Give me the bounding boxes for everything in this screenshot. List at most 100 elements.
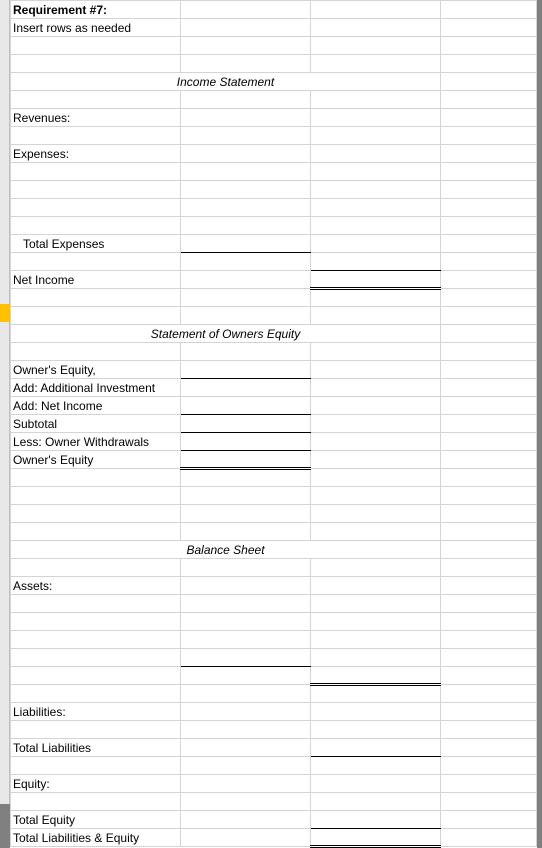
row-oe-closing: Owner's Equity xyxy=(11,451,537,469)
cell[interactable] xyxy=(441,829,537,847)
spreadsheet-viewport: Requirement #7: Insert rows as needed In… xyxy=(0,0,542,804)
cell[interactable] xyxy=(181,361,311,379)
cell[interactable] xyxy=(441,775,537,793)
cell[interactable] xyxy=(441,379,537,397)
cell[interactable] xyxy=(311,379,441,397)
cell[interactable] xyxy=(181,109,311,127)
cell[interactable] xyxy=(441,145,537,163)
row-equity: Equity: xyxy=(11,775,537,793)
cell[interactable] xyxy=(181,829,311,847)
cell[interactable] xyxy=(181,739,311,757)
cell-req-label[interactable]: Requirement #7: xyxy=(11,1,181,19)
cell-total-equity-label[interactable]: Total Equity xyxy=(11,811,181,829)
cell[interactable] xyxy=(311,109,441,127)
cell[interactable] xyxy=(311,811,441,829)
cell[interactable] xyxy=(181,649,311,667)
cell[interactable] xyxy=(441,541,537,559)
cell[interactable] xyxy=(11,667,181,685)
cell-equity-label[interactable]: Equity: xyxy=(11,775,181,793)
cell[interactable] xyxy=(441,739,537,757)
cell[interactable] xyxy=(311,649,441,667)
cell[interactable] xyxy=(181,145,311,163)
cell-oe-add-inv[interactable]: Add: Additional Investment xyxy=(11,379,181,397)
cell[interactable] xyxy=(441,703,537,721)
cell[interactable] xyxy=(181,667,311,685)
row-income-title: Income Statement xyxy=(11,73,537,91)
cell[interactable] xyxy=(311,397,441,415)
cell[interactable] xyxy=(181,397,311,415)
cell[interactable] xyxy=(441,649,537,667)
cell-oe-closing[interactable]: Owner's Equity xyxy=(11,451,181,469)
cell-total-expenses-label[interactable]: Total Expenses xyxy=(11,235,181,253)
cell-oe-add-ni[interactable]: Add: Net Income xyxy=(11,397,181,415)
cell-total-expenses-b[interactable] xyxy=(181,235,311,253)
row-total-equity: Total Equity xyxy=(11,811,537,829)
cell[interactable] xyxy=(181,1,311,19)
cell[interactable] xyxy=(441,235,537,253)
row-oe-opening: Owner's Equity, xyxy=(11,361,537,379)
cell-bs-title[interactable]: Balance Sheet xyxy=(11,541,441,559)
cell[interactable] xyxy=(441,667,537,685)
cell-oe-less[interactable]: Less: Owner Withdrawals xyxy=(11,433,181,451)
row-requirement-header: Requirement #7: xyxy=(11,1,537,19)
cell[interactable] xyxy=(181,379,311,397)
cell-net-income-c[interactable] xyxy=(311,271,441,289)
cell[interactable] xyxy=(441,325,537,343)
cell-net-income-label[interactable]: Net Income xyxy=(11,271,181,289)
cell[interactable] xyxy=(311,667,441,685)
cell[interactable] xyxy=(311,19,441,37)
cell[interactable] xyxy=(441,811,537,829)
cell[interactable] xyxy=(181,451,311,469)
cell[interactable] xyxy=(441,415,537,433)
cell[interactable] xyxy=(311,577,441,595)
cell[interactable] xyxy=(441,1,537,19)
row-blank xyxy=(11,55,537,73)
cell[interactable] xyxy=(181,811,311,829)
cell[interactable] xyxy=(311,145,441,163)
cell[interactable] xyxy=(181,271,311,289)
row-blank xyxy=(11,559,537,577)
cell[interactable] xyxy=(181,19,311,37)
cell[interactable] xyxy=(181,775,311,793)
cell-income-title[interactable]: Income Statement xyxy=(11,73,441,91)
cell-total-liab-label[interactable]: Total Liabilities xyxy=(11,739,181,757)
cell[interactable] xyxy=(311,235,441,253)
cell[interactable] xyxy=(311,703,441,721)
cell-oe-opening[interactable]: Owner's Equity, xyxy=(11,361,181,379)
cell[interactable] xyxy=(311,829,441,847)
cell[interactable] xyxy=(441,73,537,91)
cell[interactable] xyxy=(441,577,537,595)
cell[interactable] xyxy=(441,361,537,379)
cell[interactable] xyxy=(441,397,537,415)
cell[interactable] xyxy=(311,739,441,757)
cell-assets-label[interactable]: Assets: xyxy=(11,577,181,595)
cell[interactable] xyxy=(311,433,441,451)
cell[interactable] xyxy=(441,433,537,451)
cell[interactable] xyxy=(311,451,441,469)
cell-expenses-label[interactable]: Expenses: xyxy=(11,145,181,163)
cell[interactable] xyxy=(181,433,311,451)
cell[interactable] xyxy=(311,775,441,793)
cell[interactable] xyxy=(11,649,181,667)
row-header-strip xyxy=(0,0,10,804)
row-revenues: Revenues: xyxy=(11,109,537,127)
cell[interactable] xyxy=(441,19,537,37)
cell-revenues-label[interactable]: Revenues: xyxy=(11,109,181,127)
cell[interactable] xyxy=(441,109,537,127)
cell[interactable] xyxy=(181,577,311,595)
cell-oe-subtotal[interactable]: Subtotal xyxy=(11,415,181,433)
cell[interactable] xyxy=(441,271,537,289)
cell-req-instruction[interactable]: Insert rows as needed xyxy=(11,19,181,37)
cell-oe-title[interactable]: Statement of Owners Equity xyxy=(11,325,441,343)
cell-total-liab-equity-label[interactable]: Total Liabilities & Equity xyxy=(11,829,181,847)
cell-liabilities-label[interactable]: Liabilities: xyxy=(11,703,181,721)
cell[interactable] xyxy=(441,451,537,469)
row-blank xyxy=(11,721,537,739)
worksheet-grid[interactable]: Requirement #7: Insert rows as needed In… xyxy=(10,0,537,848)
row-blank xyxy=(11,613,537,631)
cell[interactable] xyxy=(311,361,441,379)
cell[interactable] xyxy=(311,415,441,433)
cell[interactable] xyxy=(181,415,311,433)
cell[interactable] xyxy=(311,1,441,19)
cell[interactable] xyxy=(181,703,311,721)
